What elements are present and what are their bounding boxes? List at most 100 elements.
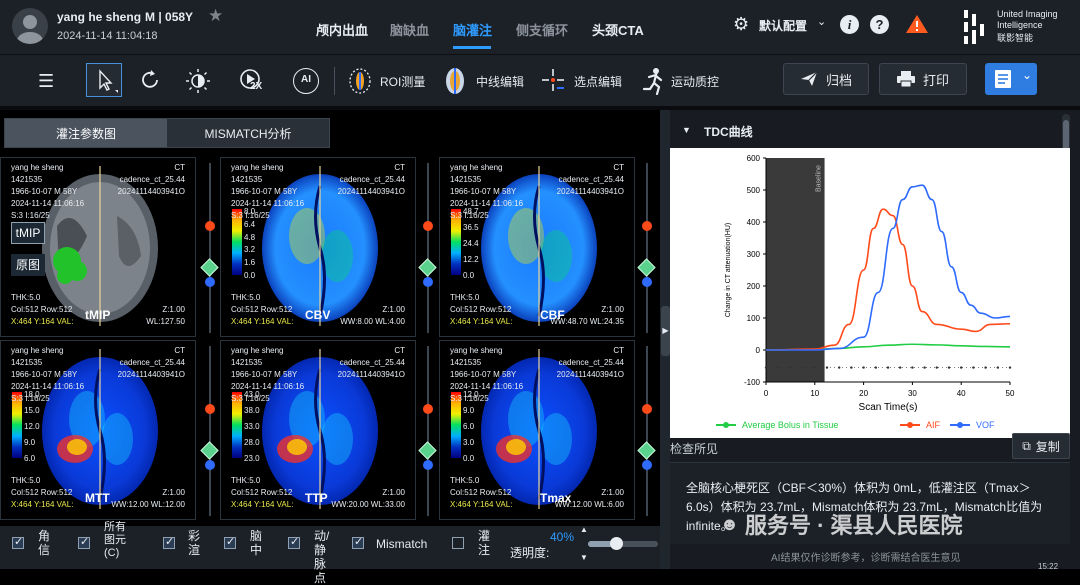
opacity-arrow-down-icon[interactable]: ▼ xyxy=(580,553,588,562)
config-dropdown[interactable]: 默认配置 xyxy=(759,17,807,34)
rotate-icon[interactable] xyxy=(138,68,162,92)
window-slider-max-handle[interactable] xyxy=(642,404,652,414)
legend-marker[interactable] xyxy=(723,422,729,428)
window-slider-min-handle[interactable] xyxy=(642,277,652,287)
copy-button[interactable]: ⧉ 复制 xyxy=(1012,433,1070,459)
overlay-study: 20241114403941O xyxy=(556,370,624,379)
alert-icon[interactable] xyxy=(905,14,929,34)
running-person-icon[interactable] xyxy=(641,67,665,96)
tab-perfusion-maps[interactable]: 灌注参数图 xyxy=(5,119,167,147)
window-slider-min-handle[interactable] xyxy=(423,460,433,470)
crosshair-icon[interactable] xyxy=(541,68,565,92)
legend-marker[interactable] xyxy=(907,422,913,428)
collapse-handle[interactable]: ▶ xyxy=(661,306,670,356)
image-panel-ttp[interactable]: 43.0 38.0 33.0 28.0 23.0 yang he sheng 14215… xyxy=(220,340,416,520)
window-slider-max-handle[interactable] xyxy=(205,221,215,231)
window-slider-max-handle[interactable] xyxy=(205,404,215,414)
image-panel-tmip[interactable]: yang he sheng 1421535 1966-10-07 M 58Y 2… xyxy=(0,157,196,337)
option-checkbox[interactable] xyxy=(12,535,24,549)
window-slider-max-handle[interactable] xyxy=(423,404,433,414)
image-panel-tmax[interactable]: 12.0 9.0 6.0 3.0 0.0 yang he sheng 1421535 1… xyxy=(439,340,635,520)
panel-splitter[interactable]: ▶ xyxy=(660,110,670,569)
window-slider[interactable] xyxy=(200,157,219,337)
help-icon[interactable]: ? xyxy=(870,15,889,34)
legend-label[interactable]: Average Bolus in Tissue xyxy=(742,420,838,430)
centerline-icon[interactable] xyxy=(444,66,466,96)
overlay-slice: S:3 I:16/25 xyxy=(231,394,270,403)
tdc-collapse-icon[interactable]: ▼ xyxy=(682,125,691,135)
info-icon[interactable]: i xyxy=(840,15,859,34)
y-tick-label: 300 xyxy=(747,250,761,259)
ai-icon[interactable]: AI xyxy=(293,68,319,94)
option-checkbox[interactable] xyxy=(224,535,236,549)
overlay-patient-name: yang he sheng xyxy=(231,346,284,355)
roi-measure-button[interactable]: ROI测量 xyxy=(380,55,425,107)
tab-head-neck-cta[interactable]: 头颈CTA xyxy=(592,20,644,39)
tab-ischemia[interactable]: 脑缺血 xyxy=(390,20,429,39)
report-chevron-down-icon[interactable]: ⌄ xyxy=(1022,68,1032,82)
window-slider[interactable] xyxy=(418,340,437,520)
window-slider-level-handle[interactable] xyxy=(200,258,219,277)
tab-hemorrhage[interactable]: 颅内出血 xyxy=(316,20,368,39)
centerline-edit-button[interactable]: 中线编辑 xyxy=(476,55,524,107)
point-edit-button[interactable]: 选点编辑 xyxy=(574,55,622,107)
window-slider-min-handle[interactable] xyxy=(423,277,433,287)
option-checkbox[interactable] xyxy=(288,535,300,549)
window-slider-min-handle[interactable] xyxy=(642,460,652,470)
window-slider-max-handle[interactable] xyxy=(642,221,652,231)
option-label[interactable]: Mismatch xyxy=(376,537,446,551)
legend-label[interactable]: AIF xyxy=(926,420,941,430)
window-slider-level-handle[interactable] xyxy=(200,441,219,460)
option-label[interactable]: 动/静脉点 xyxy=(314,529,330,585)
pointer-tool-button[interactable] xyxy=(86,63,122,97)
window-slider-max-handle[interactable] xyxy=(423,221,433,231)
brand-name-cn: 联影智能 xyxy=(997,33,1034,43)
option-label[interactable]: 角信 xyxy=(38,529,54,557)
tdc-title: TDC曲线 xyxy=(704,125,753,139)
option-label[interactable]: 彩渲 xyxy=(188,529,204,557)
tmip-view-button[interactable]: tMIP xyxy=(11,222,45,244)
image-panel-cbf[interactable]: 48.7 36.5 24.4 12.2 0.0 yang he sheng 142153… xyxy=(439,157,635,337)
option-checkbox[interactable] xyxy=(352,535,364,549)
chevron-down-icon[interactable]: ⌄ xyxy=(817,15,826,28)
opacity-arrow-up-icon[interactable]: ▲ xyxy=(580,525,588,534)
window-slider-level-handle[interactable] xyxy=(637,441,656,460)
gear-icon[interactable]: ⚙ xyxy=(733,15,749,33)
window-slider-min-handle[interactable] xyxy=(205,460,215,470)
window-slider[interactable] xyxy=(200,340,219,520)
window-slider[interactable] xyxy=(637,157,656,337)
image-panel-cbv[interactable]: 8.0 6.4 4.8 3.2 1.6 0.0 yang he sheng 1421535… xyxy=(220,157,416,337)
tab-collateral[interactable]: 侧支循环 xyxy=(516,20,568,39)
window-slider[interactable] xyxy=(418,157,437,337)
original-view-button[interactable]: 原图 xyxy=(11,254,45,276)
window-slider[interactable] xyxy=(637,340,656,520)
archive-button[interactable]: 归档 xyxy=(783,63,869,95)
overlay-size: Col:512 Row:512 xyxy=(11,305,73,314)
star-icon[interactable]: ★ xyxy=(208,6,223,26)
print-button[interactable]: 打印 xyxy=(879,63,967,95)
tab-perfusion[interactable]: 脑灌注 xyxy=(453,20,492,39)
window-slider-min-handle[interactable] xyxy=(205,277,215,287)
window-slider-level-handle[interactable] xyxy=(418,258,437,277)
roi-icon[interactable] xyxy=(346,67,374,95)
window-level-icon[interactable] xyxy=(185,68,211,94)
option-label[interactable]: 脑中 xyxy=(250,529,266,557)
legend-marker[interactable] xyxy=(957,422,963,428)
tab-mismatch-analysis[interactable]: MISMATCH分析 xyxy=(167,119,329,147)
option-label[interactable]: 灌注 xyxy=(478,529,494,557)
window-slider-level-handle[interactable] xyxy=(418,441,437,460)
image-panel-mtt[interactable]: 18.0 15.0 12.0 9.0 6.0 yang he sheng 1421535… xyxy=(0,340,196,520)
option-checkbox[interactable] xyxy=(78,535,90,549)
window-slider-level-handle[interactable] xyxy=(637,258,656,277)
playback-speed-button[interactable]: 2X xyxy=(238,67,268,95)
overlay-series: cadence_ct_25.44 xyxy=(558,358,624,367)
report-button[interactable]: ⌄ xyxy=(985,63,1037,95)
opacity-slider[interactable] xyxy=(588,537,658,550)
motion-qc-button[interactable]: 运动质控 xyxy=(671,55,719,107)
option-checkbox[interactable] xyxy=(452,537,464,549)
list-icon[interactable]: ☰ xyxy=(38,55,54,107)
legend-label[interactable]: VOF xyxy=(976,420,995,430)
option-checkbox[interactable] xyxy=(163,535,175,549)
option-label[interactable]: 所有图元(C) xyxy=(104,521,134,566)
opacity-slider-handle[interactable] xyxy=(610,537,623,550)
